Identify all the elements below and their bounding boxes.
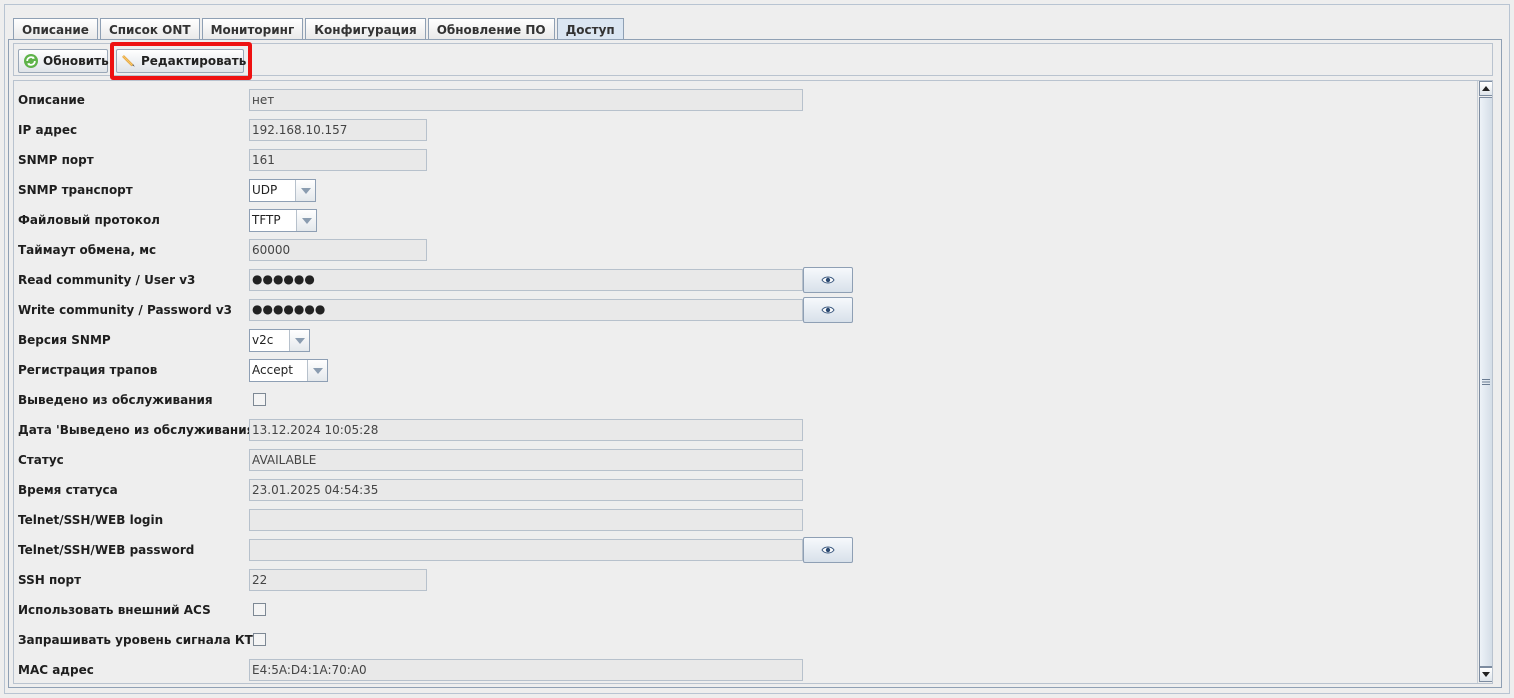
status-time-label: Время статуса [18, 483, 118, 497]
trap-registration-value: Accept [250, 360, 308, 381]
show-telnet-password-button[interactable] [803, 537, 853, 563]
row-out-of-service-date: Дата 'Выведено из обслуживания' 13.12.20… [14, 415, 1474, 445]
snmp-transport-select[interactable]: UDP [249, 179, 316, 202]
ktv-signal-checkbox[interactable] [253, 633, 266, 646]
row-description: Описание нет [14, 85, 1474, 115]
file-protocol-label: Файловый протокол [18, 213, 160, 227]
trap-registration-label: Регистрация трапов [18, 363, 158, 377]
tab-ont-list[interactable]: Список ONT [99, 18, 200, 40]
external-acs-label: Использовать внешний ACS [18, 603, 211, 617]
status-field[interactable]: AVAILABLE [249, 449, 803, 471]
tab-description[interactable]: Описание [13, 18, 98, 40]
chevron-down-icon[interactable] [296, 180, 315, 201]
row-ktv-signal: Запрашивать уровень сигнала КТВ [14, 625, 1474, 655]
row-out-of-service: Выведено из обслуживания [14, 385, 1474, 415]
row-file-protocol: Файловый протокол TFTP [14, 205, 1474, 235]
tab-firmware-update[interactable]: Обновление ПО [427, 18, 555, 40]
timeout-label: Таймаут обмена, мс [18, 243, 157, 257]
pencil-icon [121, 53, 137, 69]
row-telnet-password: Telnet/SSH/WEB password [14, 535, 1474, 565]
scroll-up-button[interactable] [1479, 81, 1492, 96]
ssh-port-field[interactable]: 22 [249, 569, 427, 591]
show-write-community-button[interactable] [803, 297, 853, 323]
snmp-version-label: Версия SNMP [18, 333, 111, 347]
description-field[interactable]: нет [249, 89, 803, 111]
snmp-transport-label: SNMP транспорт [18, 183, 133, 197]
row-status: Статус AVAILABLE [14, 445, 1474, 475]
eye-icon [821, 273, 835, 288]
refresh-button-label: Обновить [43, 54, 109, 68]
vertical-scrollbar[interactable] [1477, 81, 1492, 683]
telnet-password-label: Telnet/SSH/WEB password [18, 543, 195, 557]
row-status-time: Время статуса 23.01.2025 04:54:35 [14, 475, 1474, 505]
read-community-field[interactable]: ●●●●●● [249, 269, 803, 291]
external-acs-checkbox[interactable] [253, 603, 266, 616]
row-mac: MAC адрес E4:5A:D4:1A:70:A0 [14, 655, 1474, 683]
access-form: Описание нет IP адрес 192.168.10.157 SNM… [13, 80, 1493, 684]
ssh-port-label: SSH порт [18, 573, 82, 587]
chevron-down-icon[interactable] [290, 330, 309, 351]
edit-button[interactable]: Редактировать [116, 49, 247, 73]
out-of-service-label: Выведено из обслуживания [18, 393, 213, 407]
row-telnet-login: Telnet/SSH/WEB login [14, 505, 1474, 535]
telnet-login-label: Telnet/SSH/WEB login [18, 513, 164, 527]
ip-label: IP адрес [18, 123, 78, 137]
mac-label: MAC адрес [18, 663, 94, 677]
snmp-port-label: SNMP порт [18, 153, 94, 167]
status-time-field[interactable]: 23.01.2025 04:54:35 [249, 479, 803, 501]
toolbar: Обновить Редактировать [13, 42, 1493, 80]
file-protocol-select[interactable]: TFTP [249, 209, 317, 232]
out-of-service-date-field[interactable]: 13.12.2024 10:05:28 [249, 419, 803, 441]
row-write-community: Write community / Password v3 ●●●●●●● [14, 295, 1474, 325]
row-timeout: Таймаут обмена, мс 60000 [14, 235, 1474, 265]
tab-bar: Описание Список ONT Мониторинг Конфигура… [13, 18, 626, 40]
row-snmp-transport: SNMP транспорт UDP [14, 175, 1474, 205]
write-community-field[interactable]: ●●●●●●● [249, 299, 803, 321]
row-trap-registration: Регистрация трапов Accept [14, 355, 1474, 385]
ip-field[interactable]: 192.168.10.157 [249, 119, 427, 141]
tab-configuration[interactable]: Конфигурация [305, 18, 426, 40]
snmp-port-field[interactable]: 161 [249, 149, 427, 171]
snmp-version-value: v2c [250, 330, 290, 351]
refresh-icon [23, 53, 39, 69]
eye-icon [821, 303, 835, 318]
refresh-button[interactable]: Обновить [18, 49, 109, 73]
snmp-transport-value: UDP [250, 180, 296, 201]
write-community-label: Write community / Password v3 [18, 303, 233, 317]
timeout-field[interactable]: 60000 [249, 239, 427, 261]
scroll-down-button[interactable] [1479, 667, 1492, 682]
row-snmp-port: SNMP порт 161 [14, 145, 1474, 175]
read-community-label: Read community / User v3 [18, 273, 196, 287]
snmp-version-select[interactable]: v2c [249, 329, 310, 352]
telnet-password-field[interactable] [249, 539, 803, 561]
row-ip: IP адрес 192.168.10.157 [14, 115, 1474, 145]
row-external-acs: Использовать внешний ACS [14, 595, 1474, 625]
row-ssh-port: SSH порт 22 [14, 565, 1474, 595]
telnet-login-field[interactable] [249, 509, 803, 531]
chevron-down-icon[interactable] [308, 360, 327, 381]
ktv-signal-label: Запрашивать уровень сигнала КТВ [18, 633, 262, 647]
mac-field[interactable]: E4:5A:D4:1A:70:A0 [249, 659, 803, 681]
show-read-community-button[interactable] [803, 267, 853, 293]
scrollbar-thumb[interactable] [1479, 97, 1492, 667]
row-read-community: Read community / User v3 ●●●●●● [14, 265, 1474, 295]
chevron-down-icon[interactable] [297, 210, 316, 231]
description-label: Описание [18, 93, 85, 107]
access-tab-panel: Обновить Редактировать Описание нет IP а… [8, 39, 1502, 688]
out-of-service-checkbox[interactable] [253, 393, 266, 406]
eye-icon [821, 543, 835, 558]
trap-registration-select[interactable]: Accept [249, 359, 328, 382]
tab-monitoring[interactable]: Мониторинг [201, 18, 304, 40]
tab-access[interactable]: Доступ [556, 18, 624, 40]
edit-button-label: Редактировать [141, 54, 247, 68]
row-snmp-version: Версия SNMP v2c [14, 325, 1474, 355]
file-protocol-value: TFTP [250, 210, 297, 231]
out-of-service-date-label: Дата 'Выведено из обслуживания' [18, 423, 258, 437]
status-label: Статус [18, 453, 64, 467]
